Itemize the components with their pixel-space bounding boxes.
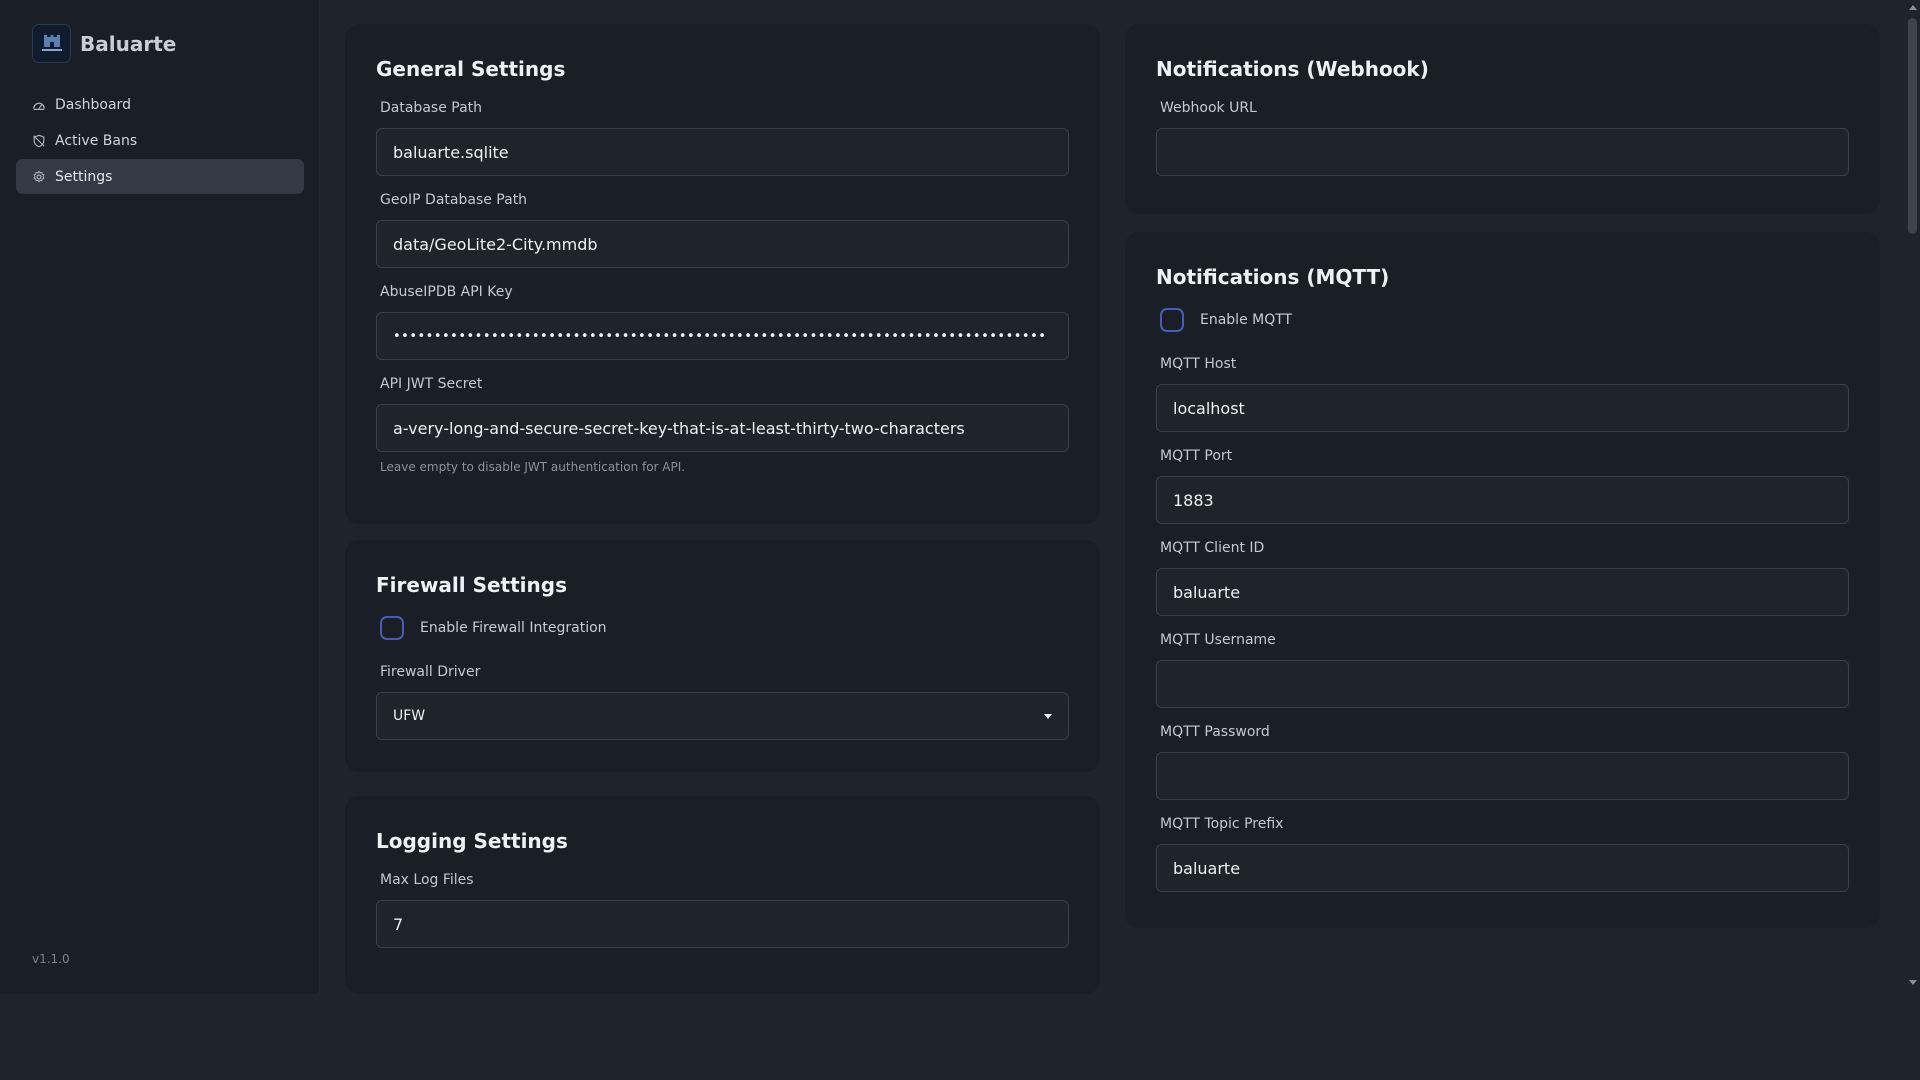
chevron-down-icon <box>1044 714 1052 719</box>
geoip-path-input[interactable]: data/GeoLite2-City.mmdb <box>376 220 1069 268</box>
jwt-secret-value: a-very-long-and-secure-secret-key-that-i… <box>393 418 965 438</box>
firewall-driver-select[interactable]: UFW <box>376 692 1069 740</box>
webhook-card: Notifications (Webhook) Webhook URL <box>1125 24 1880 214</box>
card-title: Notifications (MQTT) <box>1156 265 1390 289</box>
database-path-value: baluarte.sqlite <box>393 142 509 162</box>
scroll-up-arrow-icon[interactable] <box>1909 5 1917 10</box>
shield-off-icon <box>33 134 45 147</box>
jwt-secret-help: Leave empty to disable JWT authenticatio… <box>380 460 686 474</box>
webhook-url-label: Webhook URL <box>1160 100 1257 116</box>
mqtt-password-input[interactable] <box>1156 752 1849 800</box>
firewall-driver-value: UFW <box>393 708 426 724</box>
mqtt-topic-prefix-value: baluarte <box>1173 858 1241 878</box>
mqtt-topic-prefix-input[interactable]: baluarte <box>1156 844 1849 892</box>
sidebar: Baluarte Dashboard Active Bans Settings <box>0 0 320 994</box>
jwt-secret-input[interactable]: a-very-long-and-secure-secret-key-that-i… <box>376 404 1069 452</box>
enable-firewall-checkbox[interactable] <box>380 616 404 640</box>
mqtt-password-label: MQTT Password <box>1160 724 1270 740</box>
gear-icon <box>33 169 45 183</box>
scrollbar-thumb[interactable] <box>1908 18 1917 234</box>
mqtt-topic-prefix-label: MQTT Topic Prefix <box>1160 816 1284 832</box>
sidebar-item-active-bans[interactable]: Active Bans <box>16 123 304 158</box>
general-settings-card: General Settings Database Path baluarte.… <box>345 24 1100 524</box>
card-title: General Settings <box>376 57 566 81</box>
database-path-input[interactable]: baluarte.sqlite <box>376 128 1069 176</box>
max-log-files-input[interactable]: 7 <box>376 900 1069 948</box>
mqtt-port-value: 1883 <box>1173 490 1214 510</box>
mqtt-username-label: MQTT Username <box>1160 632 1276 648</box>
enable-firewall-label: Enable Firewall Integration <box>420 620 607 636</box>
abuseipdb-key-label: AbuseIPDB API Key <box>380 284 513 300</box>
app-name: Baluarte <box>80 31 177 56</box>
mqtt-host-input[interactable]: localhost <box>1156 384 1849 432</box>
webhook-url-input[interactable] <box>1156 128 1849 176</box>
logging-settings-card: Logging Settings Max Log Files 7 <box>345 796 1100 994</box>
max-log-files-label: Max Log Files <box>380 872 474 888</box>
sidebar-item-label: Dashboard <box>55 96 131 113</box>
scroll-down-arrow-icon[interactable] <box>1909 980 1917 985</box>
enable-firewall-row[interactable]: Enable Firewall Integration <box>380 616 607 640</box>
page-scrollbar[interactable] <box>1905 0 1920 994</box>
card-title: Logging Settings <box>376 829 568 853</box>
mqtt-client-id-label: MQTT Client ID <box>1160 540 1265 556</box>
max-log-files-value: 7 <box>393 914 404 934</box>
brand[interactable]: Baluarte <box>32 24 176 63</box>
mqtt-host-label: MQTT Host <box>1160 356 1237 372</box>
mqtt-client-id-input[interactable]: baluarte <box>1156 568 1849 616</box>
card-title: Notifications (Webhook) <box>1156 57 1429 81</box>
geoip-path-value: data/GeoLite2-City.mmdb <box>393 234 598 254</box>
sidebar-item-dashboard[interactable]: Dashboard <box>16 87 304 122</box>
mqtt-host-value: localhost <box>1173 398 1245 418</box>
sidebar-item-label: Active Bans <box>55 132 138 149</box>
mqtt-card: Notifications (MQTT) Enable MQTT MQTT Ho… <box>1125 232 1880 928</box>
firewall-driver-label: Firewall Driver <box>380 664 481 680</box>
mqtt-port-label: MQTT Port <box>1160 448 1233 464</box>
baluarte-logo-icon <box>32 24 71 63</box>
abuseipdb-key-value: ••••••••••••••••••••••••••••••••••••••••… <box>393 328 1047 344</box>
card-title: Firewall Settings <box>376 573 567 597</box>
mqtt-client-id-value: baluarte <box>1173 582 1241 602</box>
sidebar-item-label: Settings <box>55 168 113 185</box>
enable-mqtt-label: Enable MQTT <box>1200 312 1293 328</box>
sidebar-nav: Dashboard Active Bans Settings <box>16 87 304 195</box>
enable-mqtt-row[interactable]: Enable MQTT <box>1160 308 1292 332</box>
mqtt-username-input[interactable] <box>1156 660 1849 708</box>
database-path-label: Database Path <box>380 100 483 116</box>
app-version: v1.1.0 <box>32 952 70 966</box>
jwt-secret-label: API JWT Secret <box>380 376 483 392</box>
enable-mqtt-checkbox[interactable] <box>1160 308 1184 332</box>
geoip-path-label: GeoIP Database Path <box>380 192 528 208</box>
mqtt-port-input[interactable]: 1883 <box>1156 476 1849 524</box>
dashboard-icon <box>33 102 45 110</box>
abuseipdb-key-input[interactable]: ••••••••••••••••••••••••••••••••••••••••… <box>376 312 1069 360</box>
sidebar-item-settings[interactable]: Settings <box>16 159 304 194</box>
firewall-settings-card: Firewall Settings Enable Firewall Integr… <box>345 540 1100 772</box>
